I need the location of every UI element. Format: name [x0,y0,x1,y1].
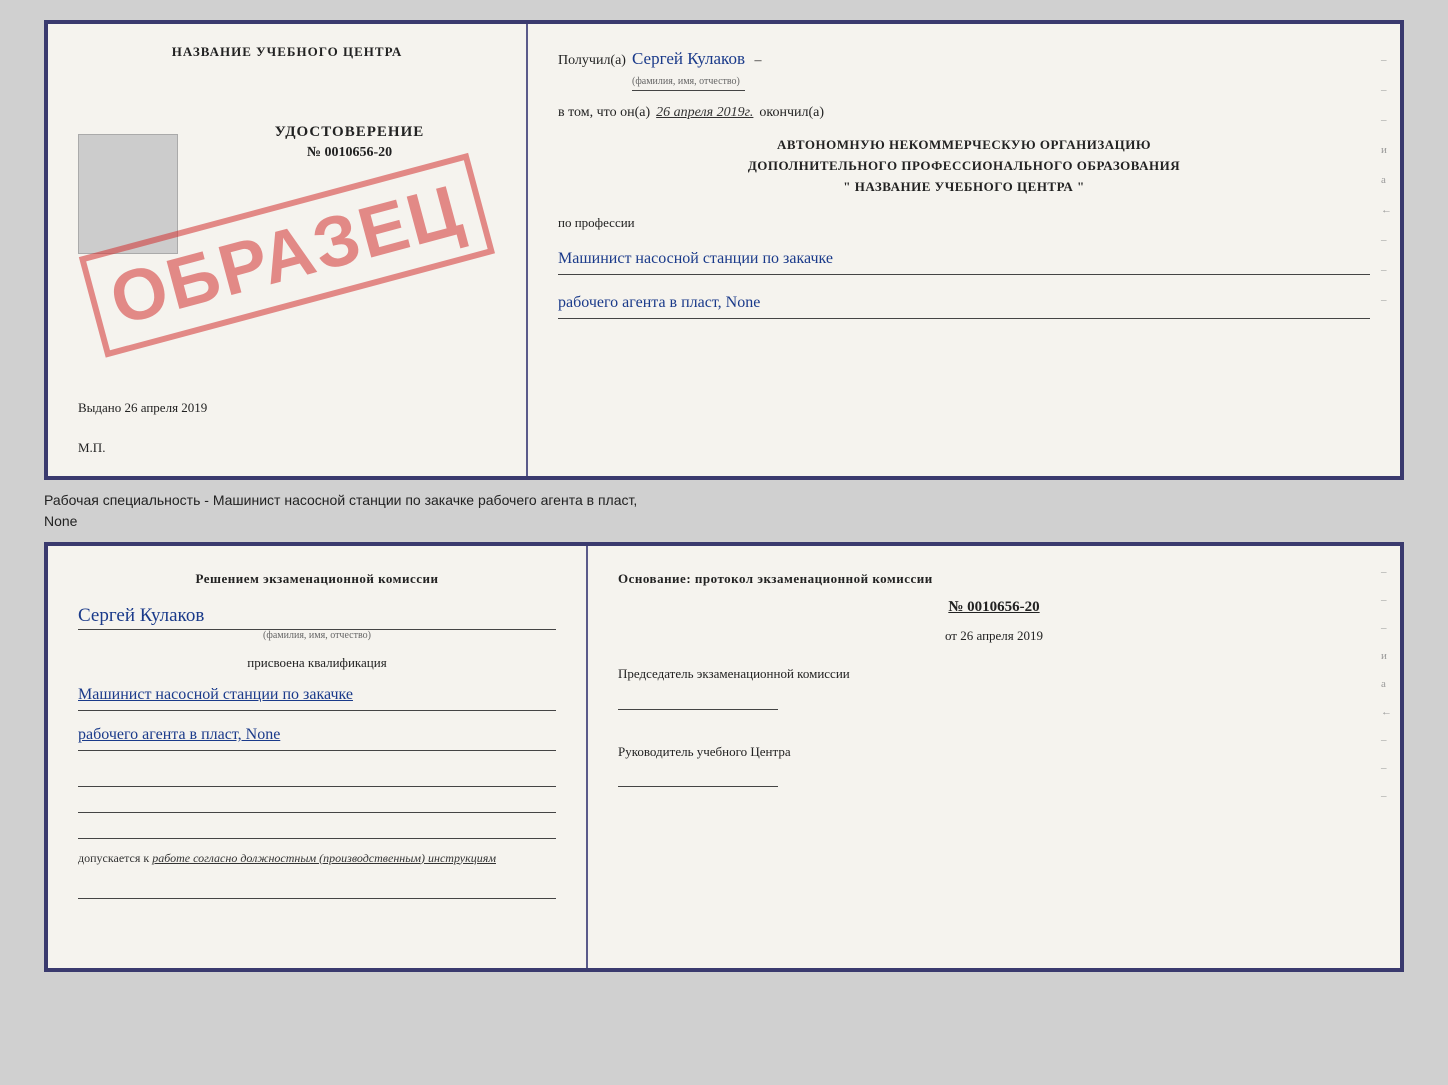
bottom-blank-lines [78,769,556,839]
mp-label: М.П. [78,440,105,456]
date-suffix: окончил(а) [759,105,824,121]
head-section: Руководитель учебного Центра [618,742,1370,788]
bottom-doc-left-panel: Решением экзаменационной комиссии Сергей… [48,546,588,968]
head-label: Руководитель учебного Центра [618,742,1370,762]
blank-line-2 [78,795,556,813]
profession-prefix: по профессии [558,215,1370,231]
chairman-sig-line [618,688,778,710]
допускается-prefix: допускается к [78,851,149,865]
bottom-document: Решением экзаменационной комиссии Сергей… [44,542,1404,972]
profession-line1: Машинист насосной станции по закачке [558,245,1370,275]
page-wrapper: НАЗВАНИЕ УЧЕБНОГО ЦЕНТРА УДОСТОВЕРЕНИЕ №… [0,0,1448,1085]
udostoverenie-label: УДОСТОВЕРЕНИЕ [193,124,506,141]
chairman-label: Председатель экзаменационной комиссии [618,664,1370,684]
doc-number-top: № 0010656-20 [193,145,506,161]
received-prefix: Получил(а) [558,53,626,69]
from-date-line: от 26 апреля 2019 [618,628,1370,644]
blank-line-3 [78,821,556,839]
qual-line2: рабочего агента в пласт, None [78,721,556,751]
org-line1: АВТОНОМНУЮ НЕКОММЕРЧЕСКУЮ ОРГАНИЗАЦИЮ [558,135,1370,156]
issued-date-label: Выдано [78,400,121,415]
org-line2: ДОПОЛНИТЕЛЬНОГО ПРОФЕССИОНАЛЬНОГО ОБРАЗО… [558,156,1370,177]
right-side-marks-bottom: – – – и а ← – – – [1381,566,1392,802]
caption-section: Рабочая специальность - Машинист насосно… [44,490,1404,532]
commission-text: Решением экзаменационной комиссии [78,571,556,587]
issued-date-section: Выдано 26 апреля 2019 [78,400,506,416]
assigned-label: присвоена квалификация [78,655,556,671]
from-date-value: 26 апреля 2019 [960,628,1043,643]
profession-line2: рабочего агента в пласт, None [558,289,1370,319]
top-doc-left-panel: НАЗВАНИЕ УЧЕБНОГО ЦЕНТРА УДОСТОВЕРЕНИЕ №… [48,24,528,476]
bottom-doc-right-panel: Основание: протокол экзаменационной коми… [588,546,1400,968]
received-line: Получил(а) Сергей Кулаков (фамилия, имя,… [558,49,1370,91]
org-line3: " НАЗВАНИЕ УЧЕБНОГО ЦЕНТРА " [558,177,1370,198]
date-prefix: в том, что он(а) [558,105,650,121]
received-hint: (фамилия, имя, отчество) [632,76,740,87]
caption-line2: None [44,513,77,529]
blank-line-1 [78,769,556,787]
school-name-top: НАЗВАНИЕ УЧЕБНОГО ЦЕНТРА [172,44,403,60]
org-block: АВТОНОМНУЮ НЕКОММЕРЧЕСКУЮ ОРГАНИЗАЦИЮ ДО… [558,135,1370,197]
допускается-section: допускается к работе согласно должностны… [78,849,556,867]
top-document: НАЗВАНИЕ УЧЕБНОГО ЦЕНТРА УДОСТОВЕРЕНИЕ №… [44,20,1404,480]
blank-line-4 [78,881,556,899]
doc-title-section: УДОСТОВЕРЕНИЕ № 0010656-20 [193,124,506,161]
right-side-marks-top: – – – и а ← – – – [1381,54,1392,306]
head-sig-line [618,765,778,787]
chairman-section: Председатель экзаменационной комиссии [618,664,1370,710]
photo-placeholder [78,134,178,254]
date-value: 26 апреля 2019г. [656,105,753,121]
issued-date-value: 26 апреля 2019 [125,400,208,415]
допускается-text: работе согласно должностным (производств… [152,851,496,865]
qual-line1: Машинист насосной станции по закачке [78,681,556,711]
bottom-name-hint: (фамилия, имя, отчество) [78,630,556,641]
osnov-text: Основание: протокол экзаменационной коми… [618,571,1370,587]
protocol-number: № 0010656-20 [618,599,1370,616]
received-name: Сергей Кулаков (фамилия, имя, отчество) [632,49,745,91]
name-section: Сергей Кулаков (фамилия, имя, отчество) [78,597,556,641]
caption-line1: Рабочая специальность - Машинист насосно… [44,492,637,508]
date-line: в том, что он(а) 26 апреля 2019г. окончи… [558,105,1370,121]
from-prefix: от [945,628,957,643]
bottom-name: Сергей Кулаков [78,605,556,630]
top-doc-right-panel: Получил(а) Сергей Кулаков (фамилия, имя,… [528,24,1400,476]
